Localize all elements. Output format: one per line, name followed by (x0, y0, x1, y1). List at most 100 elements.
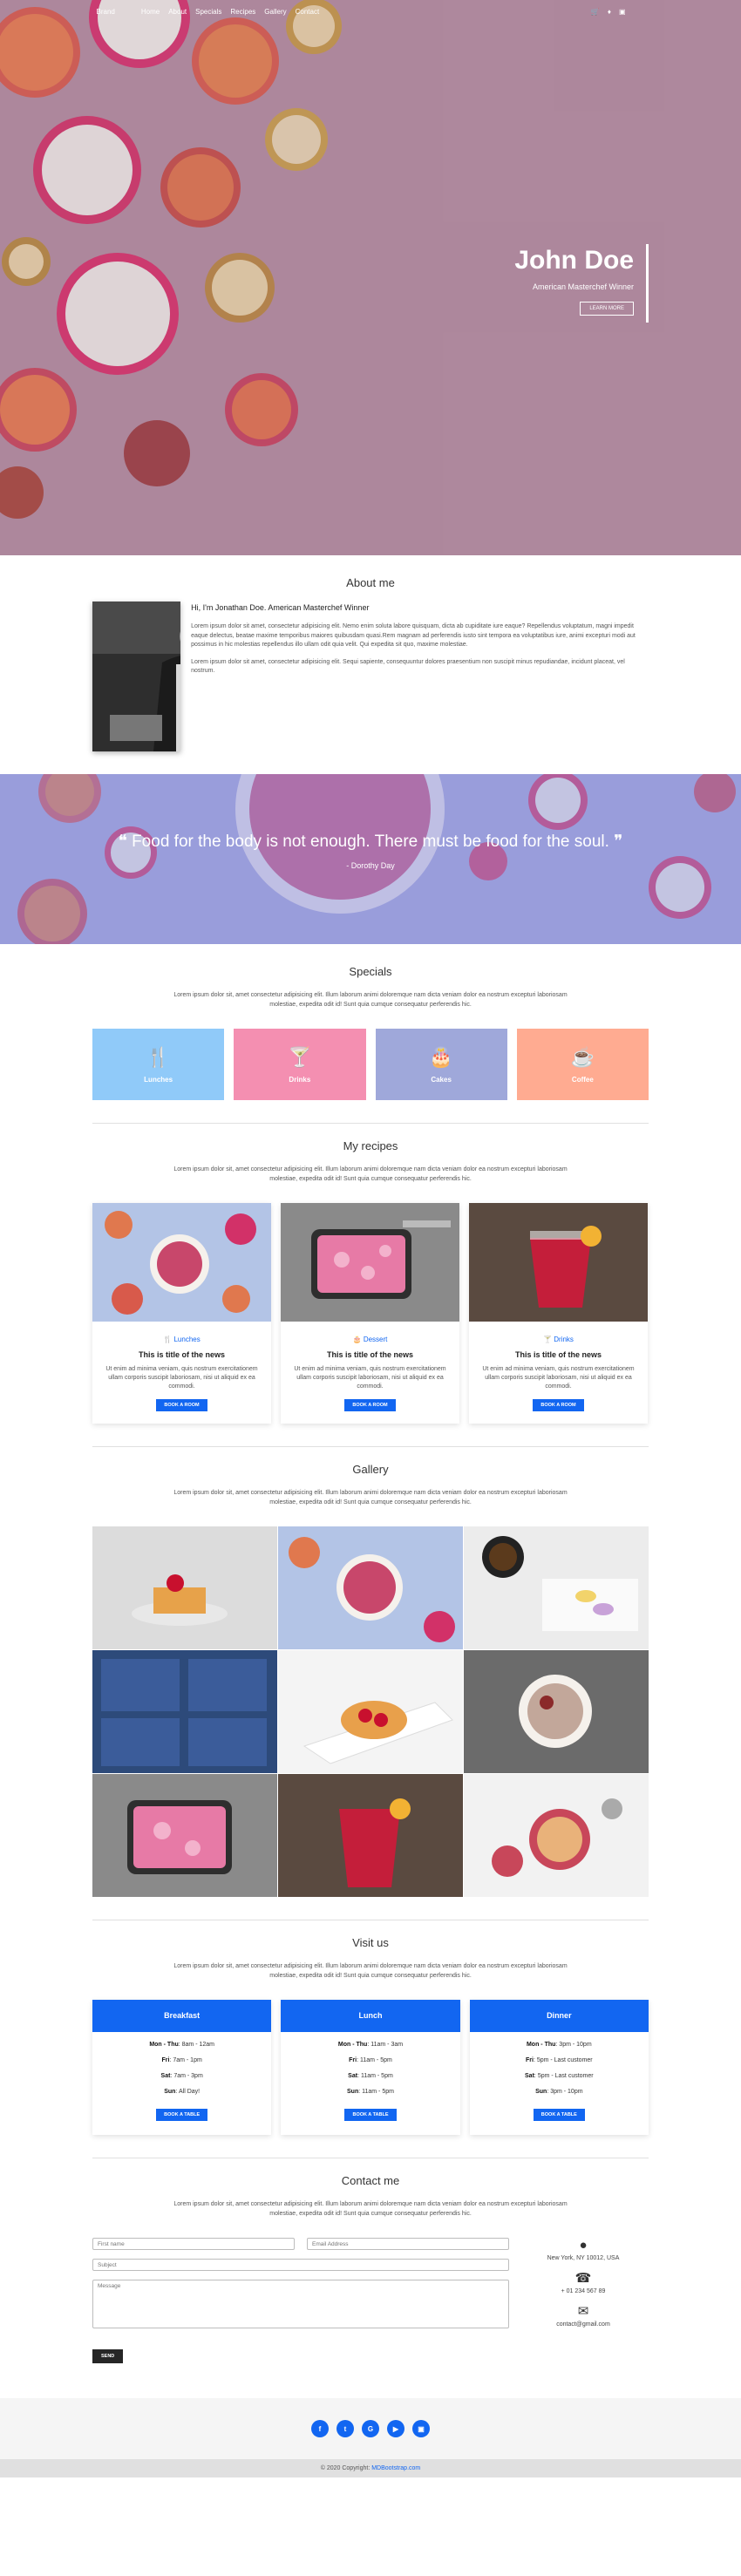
gallery-section: Gallery Lorem ipsum dolor sit, amet cons… (92, 1463, 649, 1920)
hours-day: Fri (161, 2057, 170, 2063)
recipe-text: Ut enim ad minima veniam, quis nostrum e… (294, 1366, 446, 1390)
special-coffee[interactable]: ☕ Coffee (516, 1029, 649, 1100)
gallery-image[interactable] (92, 1650, 277, 1773)
quote-author: - Dorothy Day (346, 861, 395, 870)
birthday-cake-icon: 🎂 (352, 1336, 362, 1343)
recipe-title: This is title of the news (138, 1350, 225, 1359)
hours-day: Sat (348, 2073, 358, 2079)
hero-caption: John Doe American Masterchef Winner LEAR… (514, 244, 649, 323)
twitter-icon[interactable]: ♦ (608, 8, 611, 16)
about-section: About me Hi, I'm Jonathan Doe. American … (92, 555, 649, 751)
hours-line: Sun: All Day! (164, 2089, 201, 2095)
facebook-icon[interactable]: f (311, 2420, 329, 2437)
book-table-button[interactable]: BOOK A TABLE (156, 2109, 208, 2121)
contact-info: ● New York, NY 10012, USA ☎ + 01 234 567… (518, 2238, 649, 2363)
gallery-image[interactable] (278, 1650, 463, 1773)
hours-time: 11am - 3am (370, 2042, 404, 2048)
nav-icons: 🛒 ♦ ▣ (591, 8, 626, 16)
instagram-icon[interactable]: ▣ (412, 2420, 430, 2437)
book-room-button[interactable]: BOOK A ROOM (344, 1399, 396, 1411)
gallery-image[interactable] (92, 1774, 277, 1897)
hours-line: Mon - Thu: 8am - 12am (149, 2042, 214, 2048)
learn-more-button[interactable]: LEARN MORE (580, 302, 634, 316)
recipes-section: My recipes Lorem ipsum dolor sit, amet c… (92, 1139, 649, 1447)
recipe-category: 🍴 Lunches (92, 1336, 271, 1344)
recipe-title: This is title of the news (326, 1350, 413, 1359)
utensils-icon: 🍴 (146, 1045, 171, 1068)
gallery-image[interactable] (278, 1526, 463, 1649)
map-marker-icon: ● (579, 2238, 588, 2253)
send-button[interactable]: SEND (92, 2349, 124, 2363)
book-room-button[interactable]: BOOK A ROOM (156, 1399, 207, 1411)
contact-intro: Lorem ipsum dolor sit, amet consectetur … (173, 2201, 568, 2217)
nav-link-specials[interactable]: Specials (195, 8, 221, 16)
cart-icon[interactable]: 🛒 (591, 8, 600, 16)
hours-day: Mon - Thu (526, 2042, 556, 2048)
recipe-card: 🍸 Drinks This is title of the news Ut en… (469, 1203, 648, 1424)
nav-link-about[interactable]: About (168, 8, 187, 16)
special-cakes[interactable]: 🎂 Cakes (375, 1029, 507, 1100)
hero-section: Brand Home About Specials Recipes Galler… (0, 0, 741, 555)
hours-line: Sun: 3pm - 10pm (535, 2089, 583, 2095)
nav-link-recipes[interactable]: Recipes (230, 8, 255, 16)
recipe-image (281, 1203, 459, 1322)
visit-card: Dinner Mon - Thu: 3pm - 10pm Fri: 5pm - … (469, 2000, 649, 2135)
hours-day: Sat (525, 2073, 534, 2079)
gallery-image[interactable] (464, 1526, 649, 1649)
chef-photo (92, 602, 181, 751)
gallery-image[interactable] (464, 1650, 649, 1773)
hours-time: 5pm - Last customer (536, 2057, 593, 2063)
hours-time: 11am - 5pm (359, 2057, 392, 2063)
navbar: Brand Home About Specials Recipes Galler… (0, 0, 741, 23)
hours-time: 7am - 3pm (173, 2073, 203, 2079)
book-table-button[interactable]: BOOK A TABLE (533, 2109, 585, 2121)
special-drinks[interactable]: 🍸 Drinks (234, 1029, 366, 1100)
recipe-title: This is title of the news (514, 1350, 602, 1359)
specials-heading: Specials (349, 965, 392, 978)
google-icon[interactable]: G (362, 2420, 379, 2437)
hours-day: Mon - Thu (337, 2042, 368, 2048)
hours-day: Sun (347, 2089, 359, 2095)
nav-link-home[interactable]: Home (141, 8, 160, 16)
copyright-link[interactable]: MDBootstrap.com (371, 2465, 420, 2471)
hours-line: Sun: 11am - 5pm (347, 2089, 394, 2095)
hours-line: Fri: 7am - 1pm (161, 2057, 202, 2063)
gallery-image[interactable] (278, 1774, 463, 1897)
recipe-image (92, 1203, 271, 1322)
hours-day: Sat (160, 2073, 171, 2079)
recipe-category: 🍸 Drinks (469, 1336, 648, 1344)
nav-link-gallery[interactable]: Gallery (264, 8, 286, 16)
twitter-icon[interactable]: t (337, 2420, 354, 2437)
recipes-heading: My recipes (343, 1139, 398, 1152)
gallery-image[interactable] (92, 1526, 277, 1649)
visit-card-title: Dinner (469, 2000, 649, 2032)
quote-text: ❝ Food for the body is not enough. There… (118, 833, 623, 851)
contact-heading: Contact me (341, 2174, 400, 2187)
specials-intro: Lorem ipsum dolor sit, amet consectetur … (173, 992, 568, 1008)
hero-subtitle: American Masterchef Winner (532, 282, 634, 291)
coffee-icon: ☕ (570, 1045, 595, 1068)
special-lunches[interactable]: 🍴 Lunches (92, 1029, 225, 1100)
nav-link-contact[interactable]: Contact (296, 8, 320, 16)
first-name-field[interactable]: First name (92, 2238, 295, 2250)
subject-field[interactable]: Subject (92, 2259, 509, 2271)
youtube-icon[interactable]: ▶ (387, 2420, 404, 2437)
book-table-button[interactable]: BOOK A TABLE (344, 2109, 397, 2121)
divider (92, 1123, 649, 1124)
navbar-brand[interactable]: Brand (97, 8, 115, 16)
hours-line: Mon - Thu: 11am - 3am (337, 2042, 404, 2048)
book-room-button[interactable]: BOOK A ROOM (533, 1399, 584, 1411)
visit-card: Lunch Mon - Thu: 11am - 3am Fri: 11am - … (281, 2000, 460, 2135)
birthday-cake-icon: 🎂 (429, 1045, 453, 1068)
gallery-image[interactable] (464, 1774, 649, 1897)
email-field[interactable]: Email Address (307, 2238, 509, 2250)
message-field[interactable]: Message (92, 2280, 509, 2328)
contact-phone: + 01 234 567 89 (561, 2288, 606, 2294)
recipe-text: Ut enim ad minima veniam, quis nostrum e… (482, 1366, 635, 1390)
nav-links: Home About Specials Recipes Gallery Cont… (141, 8, 319, 16)
hours-line: Sat: 11am - 5pm (348, 2073, 393, 2079)
instagram-icon[interactable]: ▣ (619, 8, 626, 16)
hours-line: Mon - Thu: 3pm - 10pm (526, 2042, 592, 2048)
gallery-intro: Lorem ipsum dolor sit, amet consectetur … (173, 1490, 568, 1505)
about-paragraph: Lorem ipsum dolor sit amet, consectetur … (191, 623, 636, 648)
